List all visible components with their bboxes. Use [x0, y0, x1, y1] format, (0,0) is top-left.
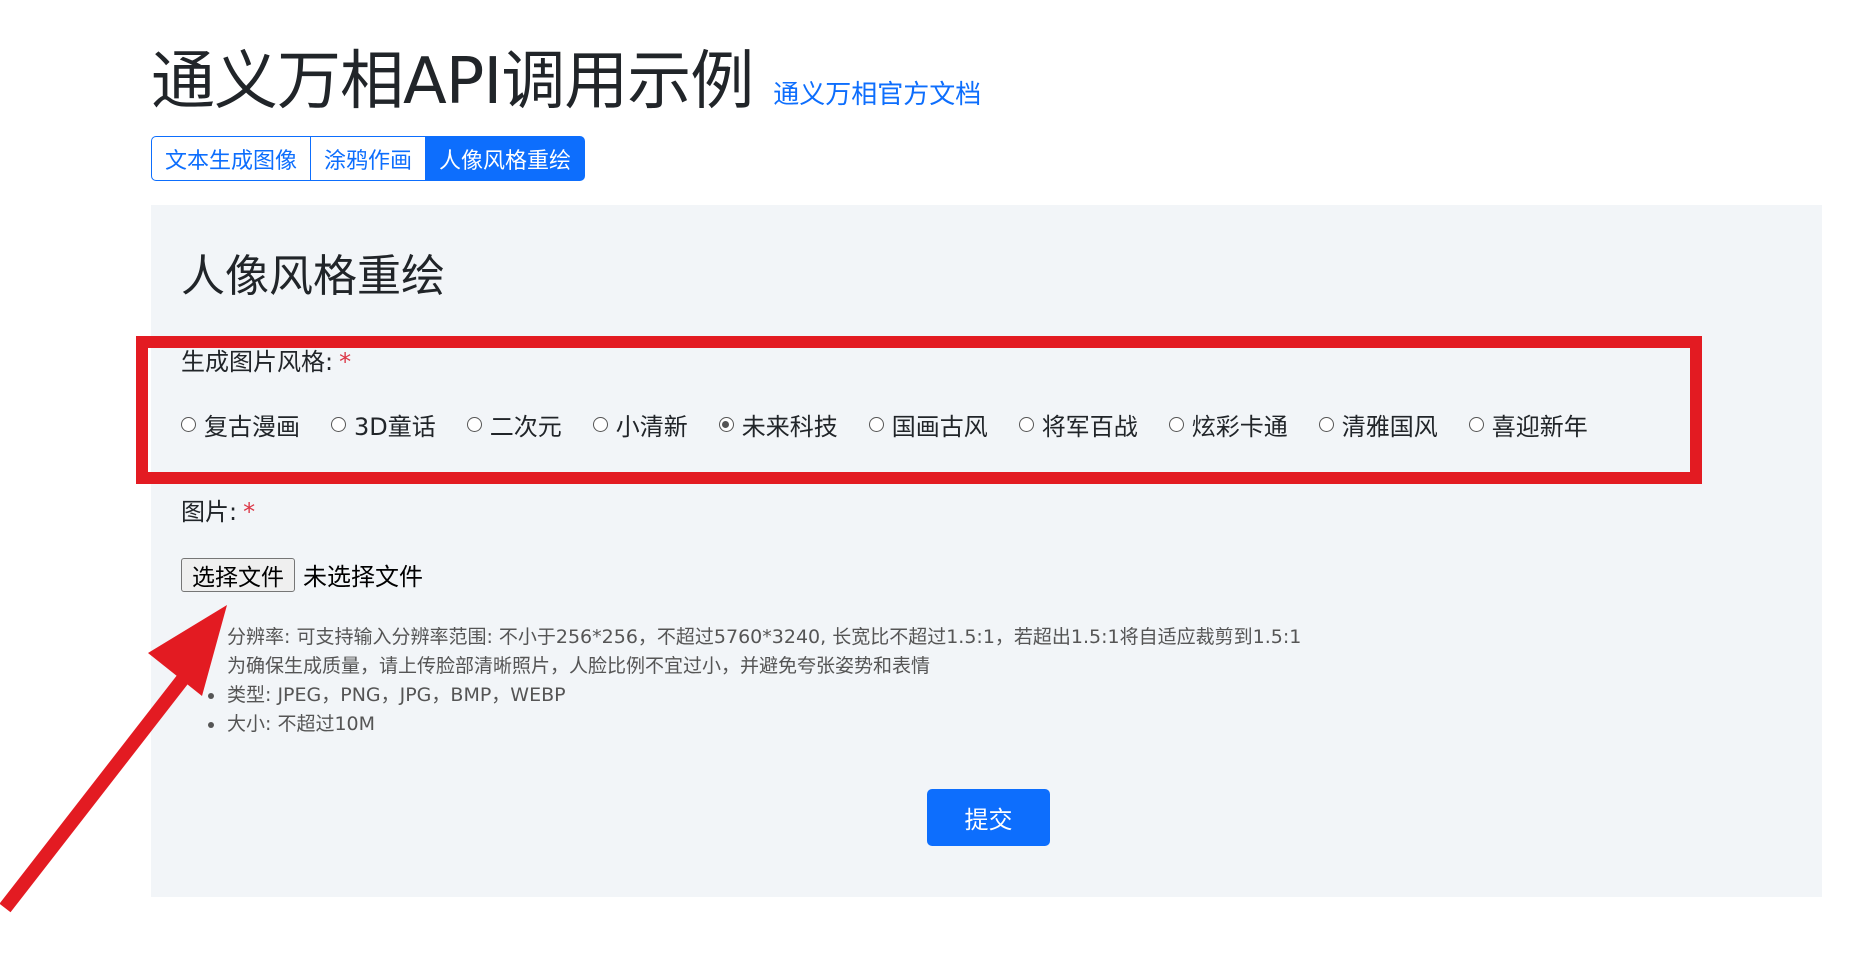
arrow-shaft — [0, 670, 192, 913]
arrow-head — [148, 605, 227, 696]
annotation-arrow-icon — [0, 605, 227, 913]
